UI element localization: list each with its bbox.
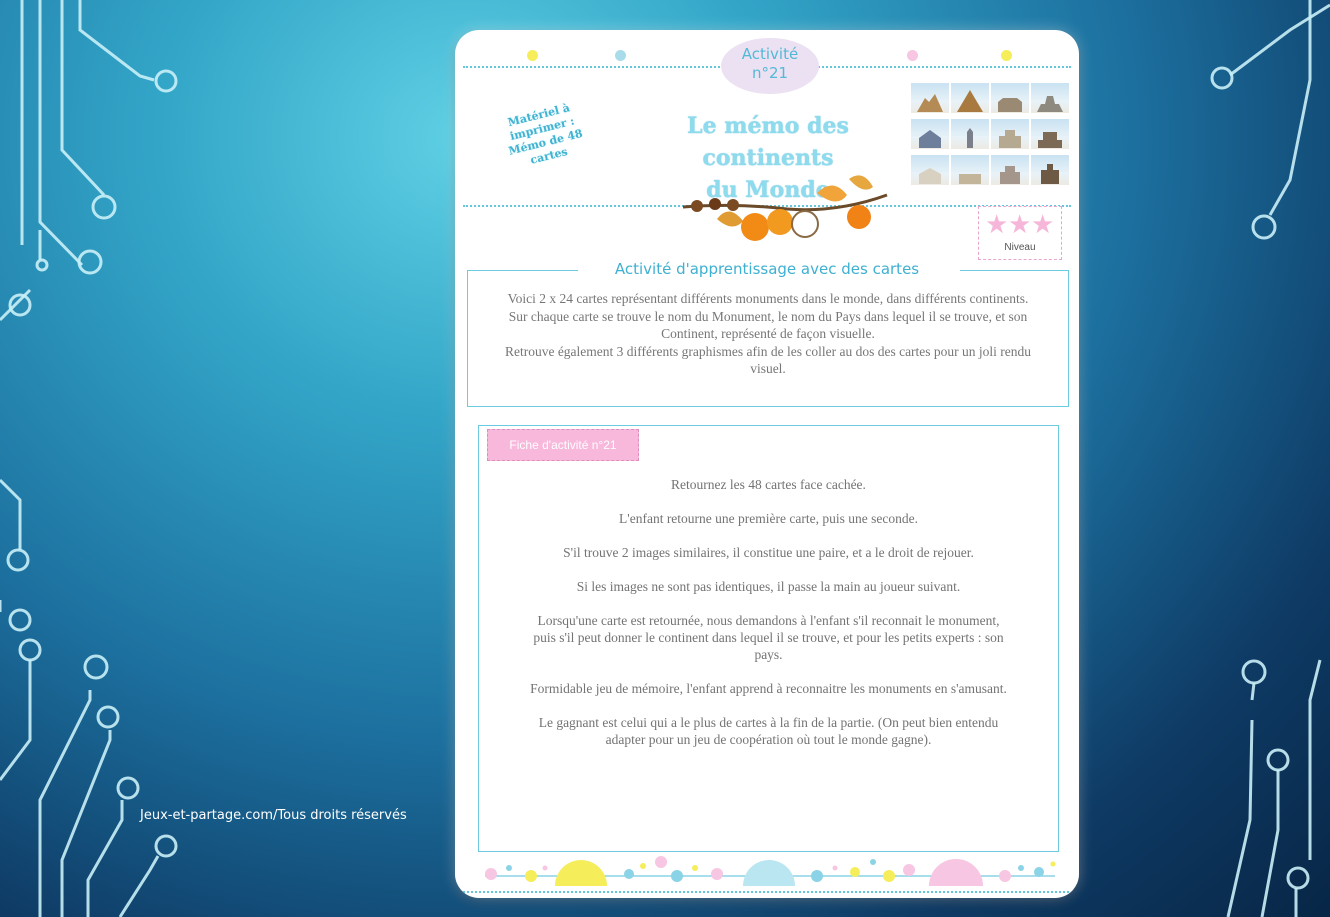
monument-thumbnail [911,155,949,189]
activity-steps: Retournez les 48 cartes face cachée. L'e… [529,476,1008,765]
section-heading: Activité d'apprentissage avec des cartes [614,260,920,278]
monument-thumbnail [1031,155,1069,189]
decor-dot [615,50,626,61]
bottom-bubbles-decoration [463,856,1071,893]
monument-thumbnail [911,83,949,117]
step-paragraph: Retournez les 48 cartes face cachée. [671,477,866,492]
activity-sheet: Activité n°21 Matériel à imprimer : Mémo… [455,30,1079,898]
monument-cards-preview [911,83,1069,189]
intro-section: Activité d'apprentissage avec des cartes… [467,260,1069,407]
activity-number-badge: Activité n°21 [721,38,819,94]
step-paragraph: S'il trouve 2 images similaires, il cons… [563,545,974,560]
monument-thumbnail [991,119,1029,153]
step-paragraph: Si les images ne sont pas identiques, il… [576,579,961,594]
intro-paragraph: Retrouve également 3 différents graphism… [504,343,1032,377]
star-icon: ★ [1031,209,1055,239]
step-paragraph: Le gagnant est celui qui a le plus de ca… [538,715,999,747]
intro-paragraph: Voici 2 x 24 cartes représentant différe… [507,291,1029,306]
monument-thumbnail [1031,119,1069,153]
difficulty-level: ★ ★ ★ Niveau [978,206,1062,260]
monument-thumbnail [911,119,949,153]
star-icon: ★ [985,209,1009,239]
copyright-credit: Jeux-et-partage.com/Tous droits réservés [140,808,407,823]
star-icon: ★ [1008,209,1032,239]
step-paragraph: L'enfant retourne une première carte, pu… [619,511,918,526]
badge-line-2: n°21 [751,64,789,82]
monument-thumbnail [951,155,989,189]
step-paragraph: Lorsqu'une carte est retournée, nous dem… [533,613,1004,662]
activity-card: Fiche d'activité n°21 Retournez les 48 c… [478,425,1059,852]
physalis-branch-illustration [682,175,888,241]
monument-thumbnail [951,83,989,117]
intro-text: Voici 2 x 24 cartes représentant différe… [488,290,1048,378]
monument-thumbnail [951,119,989,153]
intro-paragraph: Sur chaque carte se trouve le nom du Mon… [508,308,1028,342]
monument-thumbnail [1031,83,1069,117]
monument-thumbnail [991,155,1029,189]
activity-tab-label: Fiche d'activité n°21 [487,429,639,461]
step-paragraph: Formidable jeu de mémoire, l'enfant appr… [530,681,1007,696]
monument-thumbnail [991,83,1029,117]
decor-dot [907,50,918,61]
material-note: Matériel à imprimer : Mémo de 48 cartes [490,97,599,175]
badge-line-1: Activité [741,45,799,63]
decor-dot [1001,50,1012,61]
decor-dot [527,50,538,61]
title-line-1: Le mémo des continents [687,113,849,171]
level-label: Niveau [1004,242,1036,253]
